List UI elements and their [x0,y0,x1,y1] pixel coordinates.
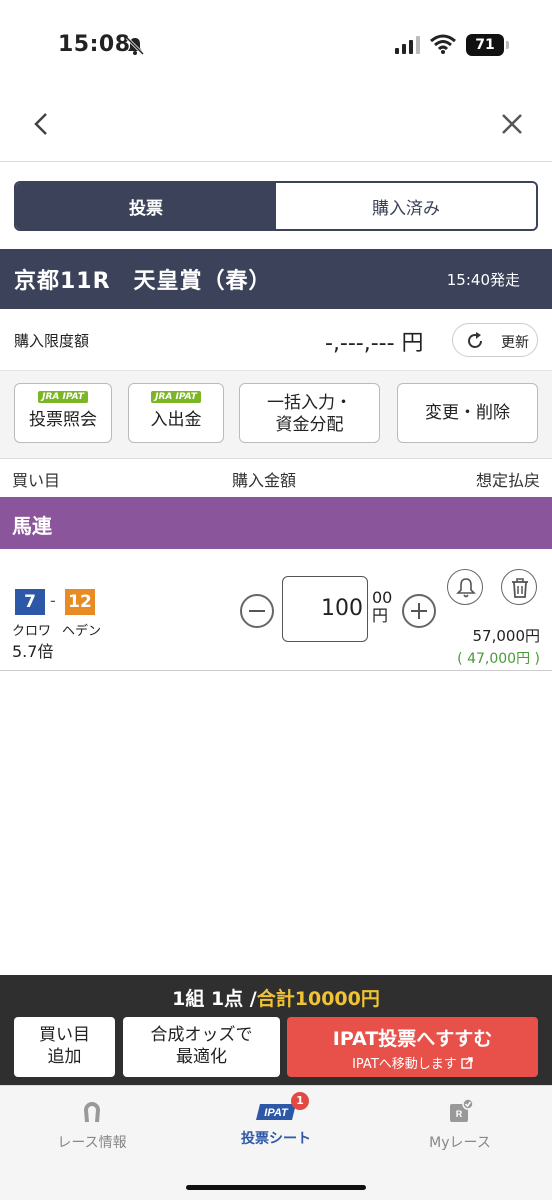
status-time: 15:08 [58,32,131,57]
segment-control: 投票 購入済み [14,181,538,231]
race-header: 京都11R 天皇賞（春） 15:40発走 [0,249,552,309]
tool-buttons-row: JRA IPAT 投票照会 JRA IPAT 入出金 一括入力・ 資金分配 変更・… [0,371,552,458]
bell-muted-icon [125,36,145,56]
net-payout-open-paren: ( [457,651,463,667]
horse-number-badge: 12 [65,589,95,615]
ipat-vote-subtitle: IPATへ移動します [352,1057,457,1072]
my-race-icon: R [450,1098,474,1122]
horse-name: クロワ [12,624,52,639]
net-payout: ( 47,000円 ) [457,648,540,668]
tab-race-info-label: レース情報 [57,1135,127,1151]
column-header: 買い目 購入金額 想定払戻 [0,458,552,496]
my-race-icon-text: R [456,1109,463,1119]
optimize-line1: 合成オッズで [150,1025,253,1045]
limit-amount: -,---,--- 円 [325,331,424,356]
column-amount: 購入金額 [232,471,297,490]
amount-unit: 00 円 [372,589,392,625]
net-payout-value: 47,000円 [467,651,531,667]
add-bet-button[interactable]: 買い目 追加 [14,1017,115,1077]
jra-ipat-badge: JRA IPAT [38,391,88,403]
amount-unit-yen: 円 [372,606,389,625]
race-name: 京都11R 天皇賞（春） [14,269,272,294]
tab-race-info[interactable]: レース情報 [17,1098,167,1152]
vote-inquiry-button[interactable]: JRA IPAT 投票照会 [14,383,112,443]
battery-icon: 71 [466,34,504,56]
net-payout-close-paren: ) [534,651,540,667]
notify-button[interactable] [447,569,483,605]
summary-text: 1組 1点 /合計10000円 [0,984,552,1011]
tab-bar: レース情報 IPAT 1 投票シート R Myレース [0,1085,552,1200]
bulk-input-button[interactable]: 一括入力・ 資金分配 [239,383,380,443]
back-chevron-icon[interactable] [26,108,58,140]
bulk-label-line2: 資金分配 [275,415,344,435]
tab-my-race[interactable]: R Myレース [385,1098,535,1152]
deposit-label: 入出金 [150,410,202,430]
ipat-vote-button[interactable]: IPAT投票へすすむ IPATへ移動します [287,1017,538,1077]
bet-type-label: 馬連 [12,514,52,538]
separator: - [50,591,56,610]
trash-icon [512,578,528,598]
deposit-button[interactable]: JRA IPAT 入出金 [128,383,224,443]
close-icon[interactable] [496,108,528,140]
wifi-icon [430,34,456,54]
ipat-sheet-icon-text: IPAT [264,1107,289,1119]
bulk-label-line1: 一括入力・ [267,393,352,413]
refresh-icon [468,332,482,348]
ipat-vote-title: IPAT投票へすすむ [332,1028,493,1050]
tab-my-race-label: Myレース [429,1135,491,1151]
add-bet-line1: 買い目 [39,1025,90,1045]
optimize-line2: 最適化 [176,1047,227,1067]
tab-purchased[interactable]: 購入済み [276,183,536,229]
horse-name: ヘデン [62,624,102,639]
status-bar: 15:08 71 [0,0,552,90]
external-link-icon [461,1057,473,1069]
tab-vote-sheet-label: 投票シート [241,1131,311,1147]
odds-value: 5.7倍 [12,642,54,661]
summary-count: 1組 1点 / [172,988,257,1010]
column-payout: 想定払戻 [475,471,540,490]
optimize-odds-button[interactable]: 合成オッズで 最適化 [123,1017,280,1077]
battery-tip [506,41,509,49]
decrease-amount-button[interactable] [240,594,274,628]
tab-vote-sheet[interactable]: IPAT 1 投票シート [201,1092,351,1148]
purchase-limit-row: 購入限度額 -,---,--- 円 更新 [0,309,552,371]
jra-ipat-badge: JRA IPAT [151,391,201,403]
signal-icon [395,36,420,54]
amount-unit-hundreds: 00 [372,588,393,607]
increase-amount-button[interactable] [402,594,436,628]
limit-label: 購入限度額 [14,332,90,350]
refresh-label: 更新 [501,335,529,351]
bet-type-bar: 馬連 [0,497,552,549]
edit-delete-button[interactable]: 変更・削除 [397,383,538,443]
delete-button[interactable] [501,569,537,605]
bet-row: 7 - 12 クロワ ヘデン 5.7倍 100 00 円 57,000円 ( 47… [0,549,552,671]
post-time: 15:40発走 [446,271,520,289]
expected-payout: 57,000円 [472,627,541,645]
tab-vote[interactable]: 投票 [16,183,276,229]
horseshoe-icon [84,1102,100,1122]
edit-delete-label: 変更・削除 [425,403,510,423]
notification-badge: 1 [291,1092,309,1110]
refresh-button[interactable]: 更新 [452,323,538,357]
column-bet: 買い目 [12,471,61,490]
home-indicator [186,1185,366,1190]
action-bar: 1組 1点 /合計10000円 買い目 追加 合成オッズで 最適化 IPAT投票へす… [0,975,552,1085]
ipat-sheet-icon: IPAT [256,1104,296,1120]
bet-amount-input[interactable]: 100 [282,576,368,642]
horse-number-badge: 7 [15,589,45,615]
vote-inquiry-label: 投票照会 [29,410,97,430]
bell-icon [456,578,476,598]
nav-bar [0,90,552,162]
add-bet-line2: 追加 [47,1047,82,1067]
summary-total: 合計10000円 [256,988,380,1010]
